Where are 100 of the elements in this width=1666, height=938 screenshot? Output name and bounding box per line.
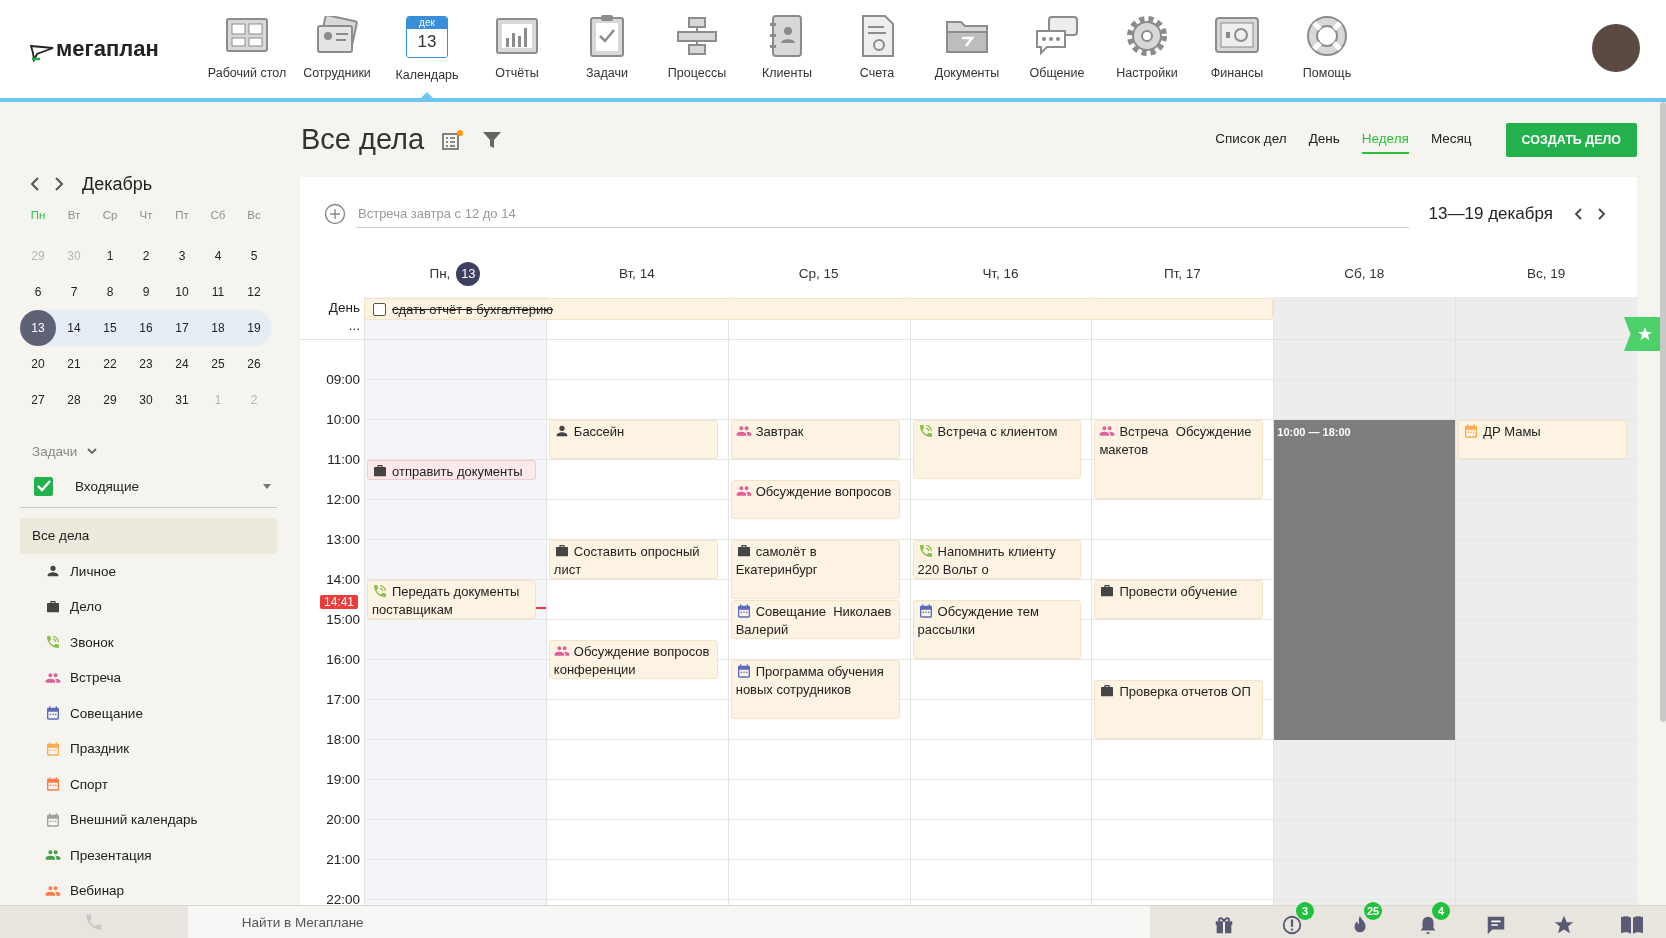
list-view-icon[interactable] [442, 129, 465, 150]
event-card[interactable]: отправить документы [367, 460, 536, 480]
event-card[interactable]: Завтрак [730, 420, 900, 459]
event-card[interactable]: Провести обучение [1094, 580, 1264, 619]
nav-item[interactable]: Процессы [655, 0, 739, 98]
event-card[interactable]: Обсуждение вопросов [730, 480, 900, 519]
calendar-day[interactable]: 16 [128, 310, 164, 346]
nav-item[interactable]: Финансы [1195, 0, 1279, 98]
category-item[interactable]: Презентация [20, 837, 277, 873]
dropdown-caret-icon[interactable] [263, 483, 271, 489]
event-card[interactable]: Обсуждение тем рассылки [912, 600, 1082, 659]
chevron-right-icon[interactable] [54, 177, 64, 191]
scrollbar[interactable] [1660, 102, 1666, 722]
event-card[interactable]: Встреча Обсуждение макетов [1094, 420, 1264, 499]
category-item[interactable]: Личное [20, 553, 277, 589]
nav-item[interactable]: Рабочий стол [205, 0, 289, 98]
calendar-day[interactable]: 21 [56, 346, 92, 382]
calendar-day[interactable]: 19 [236, 310, 272, 346]
calendar-day[interactable]: 25 [200, 346, 236, 382]
all-day-task[interactable]: сдать отчёт в бухгалтерию [364, 298, 1274, 320]
category-item[interactable]: Встреча [20, 660, 277, 696]
event-card[interactable]: Обсуждение вопросов конференции [548, 640, 718, 679]
calendar-day[interactable]: 4 [200, 238, 236, 274]
calendar-day[interactable]: 7 [56, 274, 92, 310]
event-card[interactable]: Совещание Николаев Валерий [730, 600, 900, 639]
calendar-day[interactable]: 2 [128, 238, 164, 274]
calendar-day[interactable]: 24 [164, 346, 200, 382]
search-field[interactable]: Найти в Мегаплане [187, 906, 1150, 938]
nav-item[interactable]: Задачи [565, 0, 649, 98]
category-item[interactable]: Спорт [20, 766, 277, 802]
nav-item[interactable]: Документы [925, 0, 1009, 98]
checkbox[interactable] [34, 476, 53, 496]
more-link[interactable]: ... [348, 317, 360, 335]
chevron-left-icon[interactable] [1573, 206, 1583, 221]
calendar-day[interactable]: 20 [20, 346, 56, 382]
calendar-day[interactable]: 27 [20, 382, 56, 418]
bookmark-star-button[interactable] [1624, 317, 1660, 351]
view-tab[interactable]: День [1308, 125, 1340, 154]
calendar-day[interactable]: 13 [20, 310, 56, 346]
user-avatar[interactable] [1592, 24, 1640, 72]
nav-item[interactable]: Сотрудники [295, 0, 379, 98]
calendar-day[interactable]: 15 [92, 310, 128, 346]
logo[interactable]: мегаплан [30, 36, 205, 62]
event-card[interactable]: Программа обучения новых сотрудников [730, 660, 900, 719]
category-item[interactable]: Звонок [20, 624, 277, 660]
calendar-day[interactable]: 11 [200, 274, 236, 310]
add-icon[interactable] [324, 202, 346, 225]
event-card[interactable]: ДР Мамы [1458, 420, 1627, 459]
calendar-day[interactable]: 23 [128, 346, 164, 382]
calendar-day[interactable]: 30 [128, 382, 164, 418]
category-item[interactable]: Совещание [20, 695, 277, 731]
calendar-day[interactable]: 28 [56, 382, 92, 418]
calendar-day[interactable]: 22 [92, 346, 128, 382]
event-card[interactable]: Составить опросный лист [548, 540, 718, 579]
day-header: Вс, 19 [1526, 266, 1566, 281]
nav-item[interactable]: Клиенты [745, 0, 829, 98]
event-card[interactable]: Проверка отчетов ОП [1094, 680, 1264, 739]
calendar-day[interactable]: 8 [92, 274, 128, 310]
chevron-left-icon[interactable] [30, 177, 40, 191]
calendar-day[interactable]: 31 [164, 382, 200, 418]
filter-icon[interactable] [482, 130, 503, 149]
event-card[interactable]: Передать документы поставщикам [367, 580, 536, 619]
calendar-day[interactable]: 3 [164, 238, 200, 274]
day-header: Сб, 18 [1344, 266, 1385, 281]
calendar-day[interactable]: 26 [236, 346, 272, 382]
calendar-day[interactable]: 10 [164, 274, 200, 310]
nav-item[interactable]: Настройки [1105, 0, 1189, 98]
event-card[interactable]: Бассейн [548, 420, 718, 459]
event-title: Составить опросный лист [553, 543, 701, 578]
calendar-day[interactable]: 1 [92, 238, 128, 274]
task-title: сдать отчёт в бухгалтерию [392, 301, 554, 317]
chevron-right-icon[interactable] [1597, 206, 1607, 221]
calendar-day[interactable]: 17 [164, 310, 200, 346]
category-item[interactable]: Вебинар [20, 873, 277, 909]
checkbox[interactable] [373, 302, 386, 316]
busy-block[interactable]: 10:00 — 18:00 [1274, 420, 1456, 740]
category-item[interactable]: Дело [20, 589, 277, 625]
category-item[interactable]: Внешний календарь [20, 802, 277, 838]
event-title: Совещание Николаев Валерий [735, 603, 893, 638]
view-tab[interactable]: Месяц [1430, 125, 1472, 154]
nav-item[interactable]: дек 13 Календарь [385, 0, 469, 98]
selected-week[interactable]: 13 14 15 16 17 18 19 [20, 310, 272, 346]
page-title: Все дела [301, 123, 425, 156]
calendar-day[interactable]: 29 [92, 382, 128, 418]
view-tab[interactable]: Список дел [1215, 125, 1287, 154]
calendar-day[interactable]: 14 [56, 310, 92, 346]
calendar-day[interactable]: 18 [200, 310, 236, 346]
calendar-day[interactable]: 12 [236, 274, 272, 310]
nav-item[interactable]: Общение [1015, 0, 1099, 98]
event-card[interactable]: Встреча с клиентом [912, 420, 1082, 479]
category-item[interactable]: Все дела [20, 518, 277, 554]
nav-item[interactable]: Помощь [1285, 0, 1369, 98]
category-item[interactable]: Праздник [20, 731, 277, 767]
nav-item[interactable]: Отчёты [475, 0, 559, 98]
event-card[interactable]: самолёт в Екатеринбург [730, 540, 900, 599]
calendar-day[interactable]: 6 [20, 274, 56, 310]
calendar-day[interactable]: 5 [236, 238, 272, 274]
event-card[interactable]: Напомнить клиенту 220 Вольт о [912, 540, 1082, 579]
nav-item[interactable]: Счета [835, 0, 919, 98]
calendar-day[interactable]: 9 [128, 274, 164, 310]
